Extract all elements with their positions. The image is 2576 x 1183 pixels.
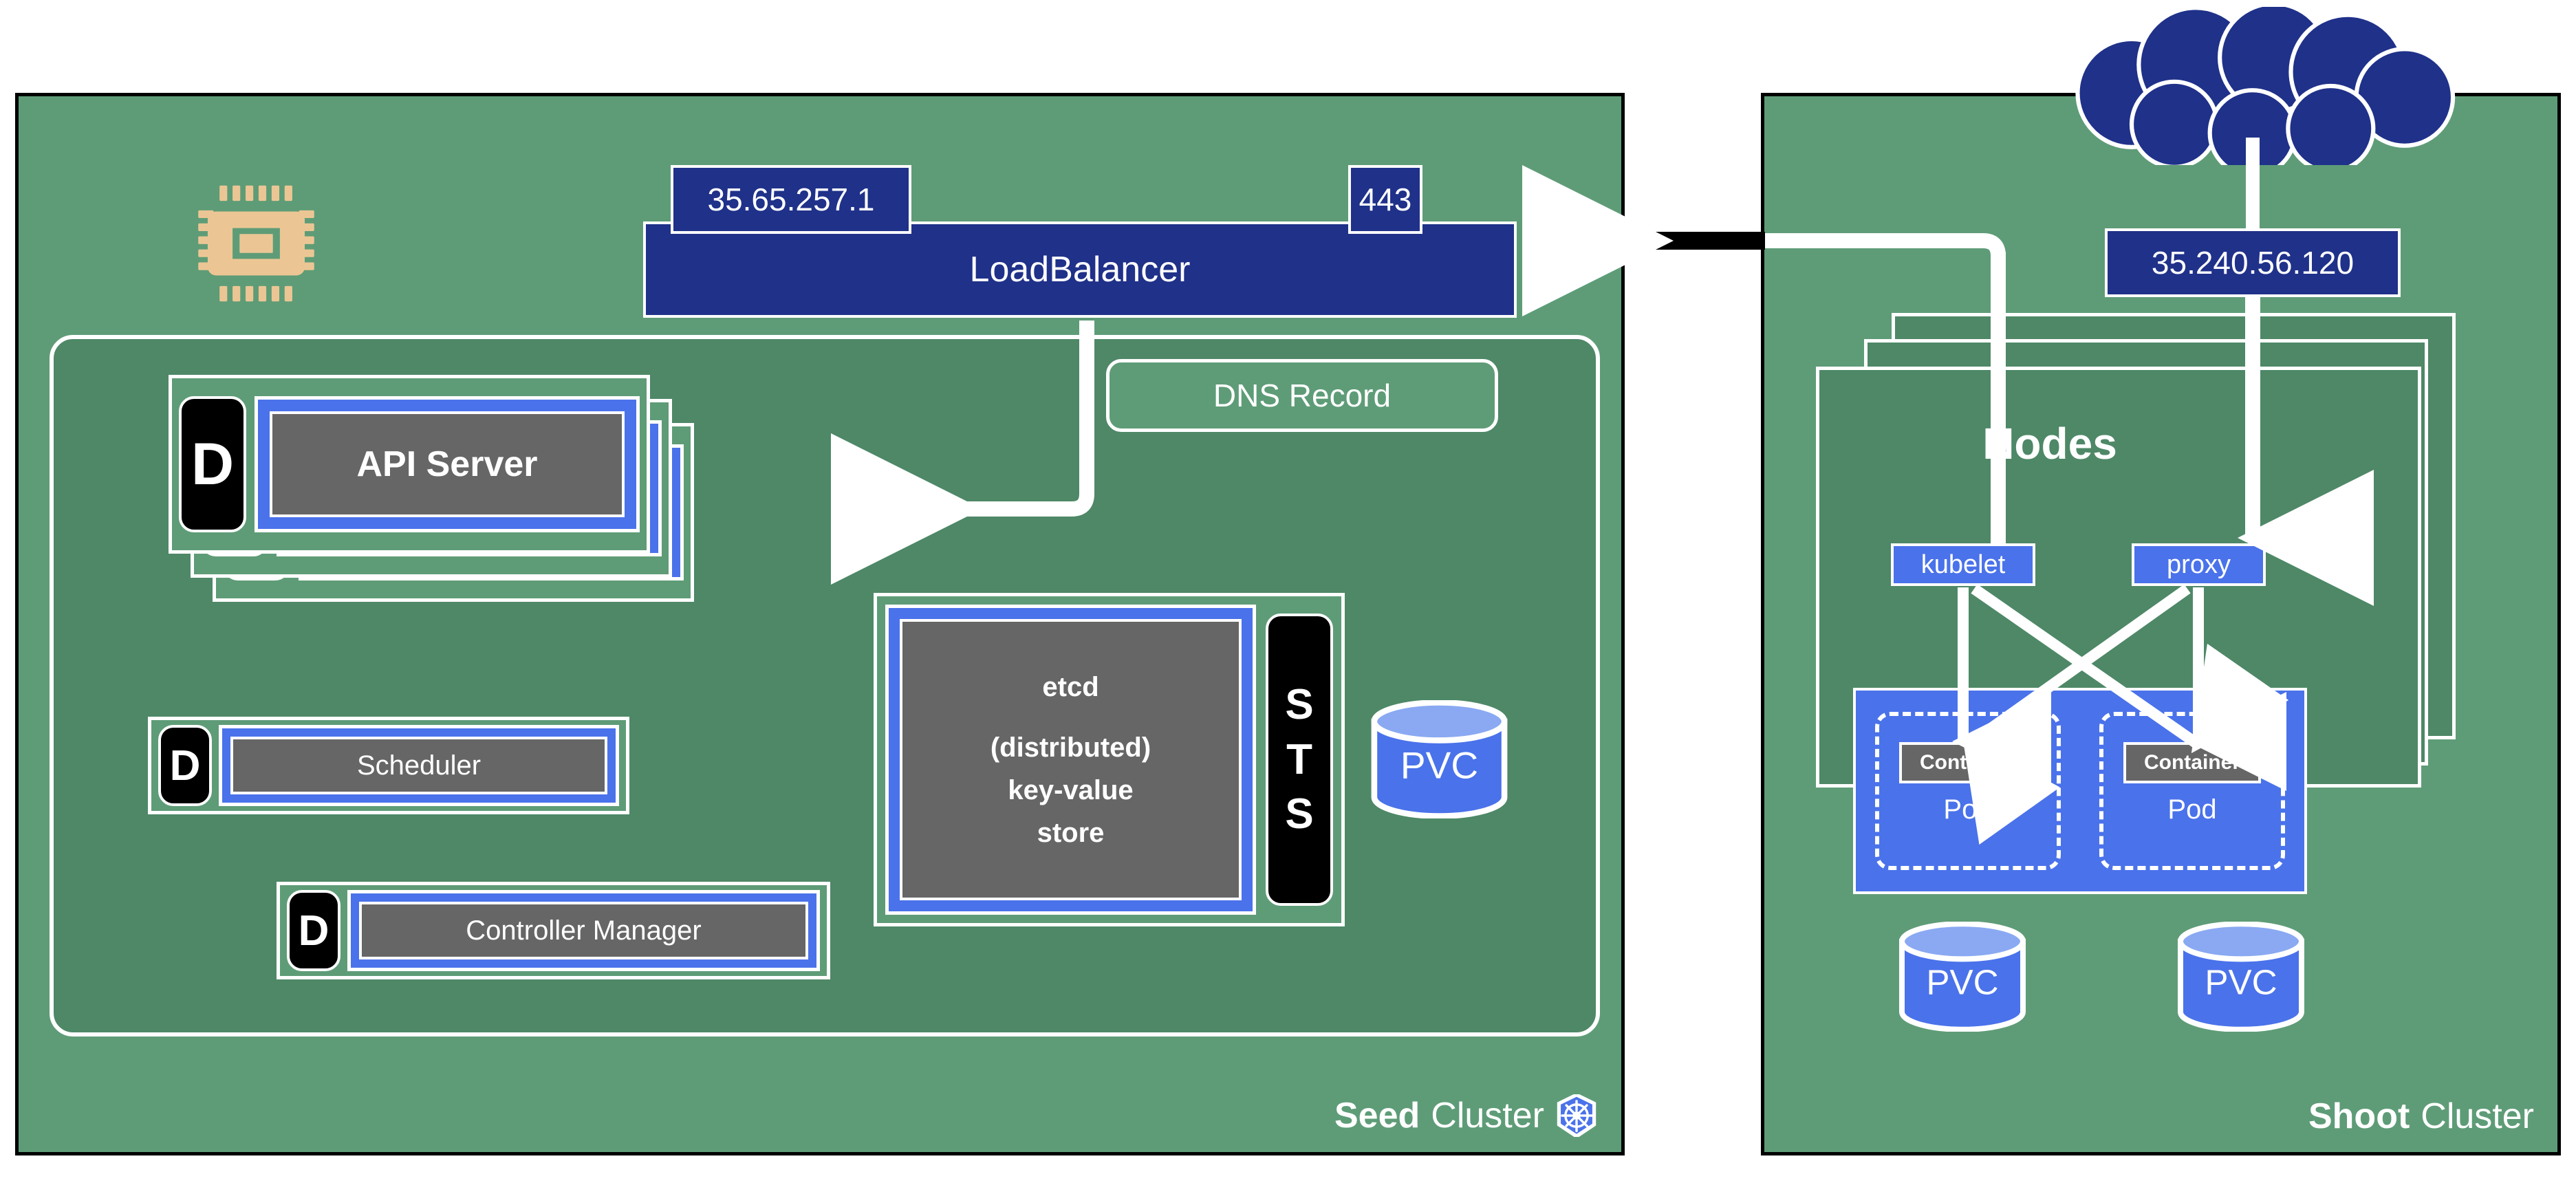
diagram-canvas: Seed Cluster LoadBalancer 35.65.257.1 44… [0, 0, 2576, 1183]
pods-panel: Container Pod Container Pod [1853, 688, 2307, 894]
seed-label-strong: Seed [1334, 1096, 1420, 1136]
pvc-label: PVC [2205, 963, 2277, 1002]
pod-label: Pod [1943, 794, 1993, 825]
deployment-badge: D [158, 725, 212, 806]
scheduler-title: Scheduler [230, 737, 607, 794]
loadbalancer-ip-chip: 35.65.257.1 [671, 165, 911, 234]
api-server-pod-shell: API Server [255, 396, 640, 532]
controller-manager-box[interactable]: D Controller Manager [277, 882, 830, 979]
shoot-label-strong: Shoot [2308, 1096, 2410, 1136]
kubelet-label: kubelet [1920, 550, 2006, 579]
etcd-pod-shell: etcd (distributed) key-value store [885, 605, 1256, 915]
kubelet-box[interactable]: kubelet [1891, 543, 2035, 586]
loadbalancer-port-chip: 443 [1348, 165, 1422, 234]
pod-label: Pod [2167, 794, 2217, 825]
etcd-line-2: (distributed) [990, 732, 1151, 763]
etcd-box[interactable]: etcd (distributed) key-value store S T S [874, 593, 1345, 926]
dns-record-label: DNS Record [1213, 378, 1392, 413]
api-server-title: API Server [270, 411, 625, 517]
scheduler-pod-shell: Scheduler [219, 725, 619, 806]
sts-letter-2: T [1286, 735, 1312, 783]
seed-label-rest: Cluster [1431, 1096, 1544, 1136]
proxy-label: proxy [2167, 550, 2231, 579]
controller-manager-title: Controller Manager [359, 902, 808, 959]
pod-1[interactable]: Container Pod [1875, 712, 2061, 870]
pvc-cylinder-shoot-2: PVC [2178, 922, 2304, 1032]
etcd-line-4: store [1037, 817, 1105, 848]
pvc-label: PVC [1926, 963, 1998, 1002]
shoot-label-rest: Cluster [2421, 1096, 2534, 1136]
deployment-badge: D [179, 396, 246, 532]
deployment-badge: D [287, 890, 340, 971]
loadbalancer-port-value: 443 [1359, 182, 1412, 217]
container-box: Container [1899, 742, 2037, 783]
etcd-line-1: etcd [1042, 671, 1099, 702]
etcd-container: etcd (distributed) key-value store [900, 619, 1242, 900]
shoot-ip-value: 35.240.56.120 [2151, 245, 2355, 281]
scheduler-box[interactable]: D Scheduler [148, 717, 629, 814]
dns-record-box[interactable]: DNS Record [1106, 359, 1498, 432]
api-server-replica-1[interactable]: D API Server [169, 375, 650, 554]
kubernetes-logo [1557, 1094, 1597, 1137]
sts-letter-3: S [1285, 790, 1314, 838]
pod-2[interactable]: Container Pod [2099, 712, 2285, 870]
controller-manager-pod-shell: Controller Manager [347, 890, 820, 971]
loadbalancer-box[interactable]: LoadBalancer [643, 221, 1517, 318]
pvc-label: PVC [1400, 744, 1478, 787]
loadbalancer-title: LoadBalancer [969, 250, 1191, 290]
shoot-cluster-label: Shoot Cluster [2308, 1096, 2534, 1137]
cpu-chip-icon [198, 185, 314, 302]
proxy-box[interactable]: proxy [2132, 543, 2266, 586]
shoot-ip-chip: 35.240.56.120 [2105, 228, 2401, 297]
cloud-icon [2075, 7, 2456, 165]
pvc-cylinder-seed: PVC [1371, 700, 1508, 818]
nodes-title: Nodes [1982, 419, 2117, 468]
loadbalancer-ip-value: 35.65.257.1 [707, 182, 875, 217]
etcd-line-3: key-value [1008, 774, 1134, 805]
api-server-stack: D D D API Server [169, 375, 815, 609]
sts-letter-1: S [1285, 681, 1314, 729]
pvc-cylinder-shoot-1: PVC [1899, 922, 2026, 1032]
container-box: Container [2123, 742, 2261, 783]
statefulset-badge: S T S [1266, 614, 1333, 906]
seed-cluster-label: Seed Cluster [1334, 1094, 1598, 1137]
